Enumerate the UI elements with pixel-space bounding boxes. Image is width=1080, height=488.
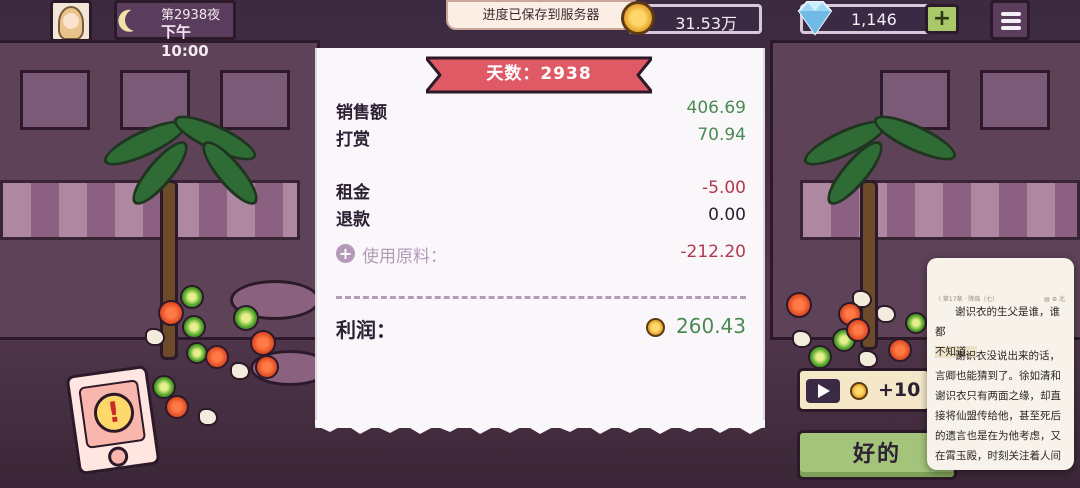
rent-label: 租金 bbox=[336, 183, 370, 203]
diamond-icon bbox=[797, 1, 833, 36]
tomato-slice bbox=[250, 330, 276, 356]
tomato-slice bbox=[205, 345, 229, 369]
coin-icon bbox=[850, 382, 868, 400]
materials-row[interactable]: + 使用原料： -212.20 bbox=[336, 242, 746, 268]
day-time-panel: 第2938夜 下午10:00 bbox=[114, 0, 236, 60]
notification-card[interactable]: ! bbox=[65, 364, 161, 476]
gem-value: 1,146 bbox=[851, 10, 897, 29]
receipt-divider bbox=[336, 296, 746, 299]
rent-value: -5.00 bbox=[702, 178, 746, 198]
tips-row: 打赏 70.94 bbox=[336, 125, 746, 151]
coin-icon bbox=[646, 318, 665, 337]
pepper-slice bbox=[233, 305, 259, 331]
building-window bbox=[20, 70, 90, 130]
mushroom-slice bbox=[198, 408, 218, 426]
coin-value: 31.53万 bbox=[675, 14, 737, 33]
save-toast: 进度已保存到服务器 bbox=[446, 0, 636, 30]
mushroom-slice bbox=[145, 328, 165, 346]
alert-icon: ! bbox=[91, 390, 137, 436]
pepper-slice bbox=[182, 315, 206, 339]
profit-label: 利润： bbox=[336, 318, 396, 342]
profit-row: 利润： 260.43 bbox=[336, 314, 746, 344]
tomato-slice bbox=[888, 338, 912, 362]
reader-paragraph: 谢识衣没说出来的话，言卿也能猜到了。徐如清和谢识衣只有两面之缘，却直接将仙盟传给… bbox=[935, 350, 1061, 462]
gem-counter: 1,146 + bbox=[797, 1, 959, 36]
player-avatar[interactable] bbox=[50, 0, 92, 42]
reader-header: 〈 第17章 · 降临（七） ▤ ⚙ 北 bbox=[935, 294, 1065, 303]
tomato-slice bbox=[255, 355, 279, 379]
receipt-title: 天数：2938 bbox=[486, 64, 592, 84]
profit-value: 260.43 bbox=[676, 314, 746, 338]
moon-icon bbox=[122, 6, 150, 34]
menu-icon[interactable] bbox=[990, 0, 1030, 40]
materials-label: 使用原料： bbox=[362, 247, 447, 267]
ad-reward-value: +10 bbox=[878, 379, 921, 401]
card-button-dot bbox=[106, 445, 130, 468]
clock-time: 下午10:00 bbox=[161, 23, 209, 60]
tomato-slice bbox=[846, 318, 870, 342]
add-gems-button[interactable]: + bbox=[925, 4, 959, 34]
watch-ad-button[interactable]: +10 bbox=[797, 368, 931, 412]
building-window bbox=[220, 70, 290, 130]
refund-value: 0.00 bbox=[708, 205, 746, 225]
coin-counter: 31.53万 bbox=[621, 1, 762, 35]
receipt-torn-edge bbox=[315, 420, 765, 434]
tips-value: 70.94 bbox=[697, 125, 746, 145]
floating-reader-window[interactable]: 〈 第17章 · 降临（七） ▤ ⚙ 北 谢识衣的生父是谁，谁都 不知道。 谢识… bbox=[927, 258, 1074, 470]
tips-label: 打赏 bbox=[336, 130, 370, 150]
pepper-slice bbox=[905, 312, 927, 334]
expand-plus-icon[interactable]: + bbox=[336, 244, 355, 263]
rent-row: 租金 -5.00 bbox=[336, 178, 746, 204]
tomato-slice bbox=[158, 300, 184, 326]
play-icon bbox=[806, 379, 840, 403]
mushroom-slice bbox=[792, 330, 812, 348]
coin-icon bbox=[621, 1, 655, 35]
tomato-slice bbox=[786, 292, 812, 318]
sales-value: 406.69 bbox=[686, 98, 746, 118]
mushroom-slice bbox=[230, 362, 250, 380]
refund-row: 退款 0.00 bbox=[336, 205, 746, 231]
tomato-slice bbox=[165, 395, 189, 419]
sales-label: 销售额 bbox=[336, 103, 387, 123]
materials-value: -212.20 bbox=[680, 242, 746, 262]
mushroom-slice bbox=[876, 305, 896, 323]
mushroom-slice bbox=[858, 350, 878, 368]
building-window bbox=[980, 70, 1050, 130]
pepper-slice bbox=[808, 345, 832, 369]
pepper-slice bbox=[180, 285, 204, 309]
sales-row: 销售额 406.69 bbox=[336, 98, 746, 124]
refund-label: 退款 bbox=[336, 210, 370, 230]
